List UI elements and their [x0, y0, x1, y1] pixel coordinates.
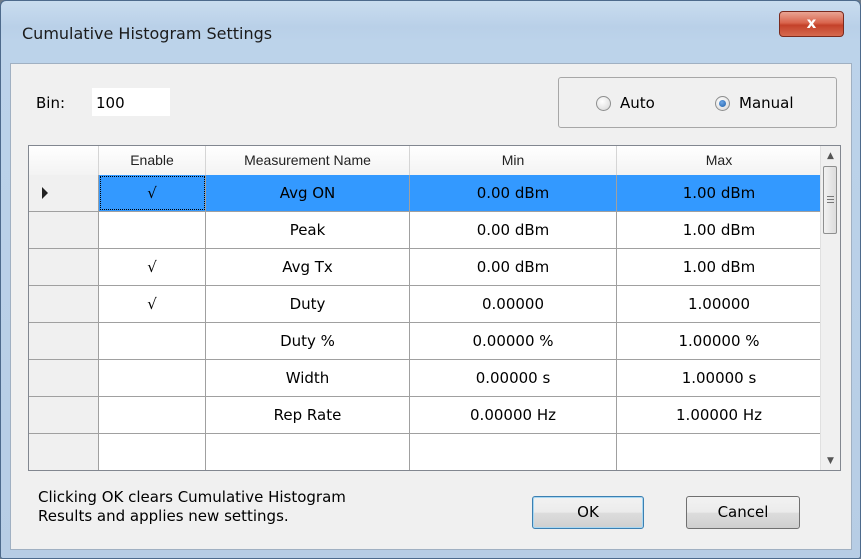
window-title: Cumulative Histogram Settings [22, 24, 273, 43]
max-cell[interactable]: 1.00000 Hz [617, 397, 822, 433]
cancel-button[interactable]: Cancel [686, 496, 800, 529]
row-header[interactable] [29, 323, 99, 359]
max-cell[interactable] [617, 434, 822, 470]
manual-radio[interactable]: Manual [715, 94, 794, 112]
scroll-up-icon[interactable]: ▲ [821, 147, 840, 164]
row-header[interactable] [29, 434, 99, 470]
measurement-name-cell[interactable]: Duty [206, 286, 410, 322]
dialog-window: Cumulative Histogram Settings x Bin: 100… [0, 0, 861, 559]
min-cell[interactable]: 0.00000 Hz [410, 397, 617, 433]
grid-header: Enable Measurement Name Min Max [29, 146, 822, 176]
row-header[interactable] [29, 286, 99, 322]
mode-radio-group: Auto Manual [558, 77, 837, 128]
vertical-scrollbar[interactable]: ▲ ▼ [820, 146, 840, 470]
row-header[interactable] [29, 175, 99, 211]
column-header-enable[interactable]: Enable [99, 146, 206, 175]
measurement-name-cell[interactable]: Avg Tx [206, 249, 410, 285]
measurement-name-cell[interactable]: Width [206, 360, 410, 396]
enable-cell[interactable] [99, 397, 206, 433]
min-cell[interactable]: 0.00000 s [410, 360, 617, 396]
enable-cell[interactable] [99, 212, 206, 248]
manual-radio-circle[interactable] [715, 95, 730, 111]
measurement-grid: Enable Measurement Name Min Max √ Avg ON… [28, 145, 841, 471]
ok-button[interactable]: OK [532, 496, 644, 529]
column-header-measurement-name[interactable]: Measurement Name [206, 146, 410, 175]
enable-cell[interactable]: √ [99, 286, 206, 322]
row-header[interactable] [29, 397, 99, 433]
row-header[interactable] [29, 212, 99, 248]
max-cell[interactable]: 1.00000 [617, 286, 822, 322]
bin-input[interactable]: 100 [91, 87, 171, 117]
max-cell[interactable]: 1.00 dBm [617, 212, 822, 248]
enable-cell[interactable] [99, 434, 206, 470]
manual-radio-label: Manual [739, 94, 794, 112]
measurement-name-cell[interactable]: Rep Rate [206, 397, 410, 433]
title-bar[interactable]: Cumulative Histogram Settings x [1, 1, 860, 59]
dialog-body: Bin: 100 Auto Manual Enable Measurement … [10, 63, 852, 550]
table-row[interactable]: Duty % 0.00000 % 1.00000 % [29, 323, 822, 360]
min-cell[interactable]: 0.00 dBm [410, 212, 617, 248]
measurement-name-cell[interactable]: Peak [206, 212, 410, 248]
grid-rows: √ Avg ON 0.00 dBm 1.00 dBm Peak 0.00 dBm… [29, 175, 822, 470]
grip-icon [827, 196, 834, 197]
current-row-arrow-icon [42, 187, 48, 199]
column-header-max[interactable]: Max [617, 146, 822, 175]
table-row[interactable]: √ Avg ON 0.00 dBm 1.00 dBm [29, 175, 822, 212]
enable-cell[interactable]: √ [99, 175, 206, 211]
min-cell[interactable] [410, 434, 617, 470]
row-header-column [29, 146, 99, 175]
column-header-min[interactable]: Min [410, 146, 617, 175]
enable-cell[interactable] [99, 360, 206, 396]
table-row[interactable]: Rep Rate 0.00000 Hz 1.00000 Hz [29, 397, 822, 434]
min-cell[interactable]: 0.00 dBm [410, 175, 617, 211]
table-row[interactable]: Peak 0.00 dBm 1.00 dBm [29, 212, 822, 249]
table-row[interactable]: √ Duty 0.00000 1.00000 [29, 286, 822, 323]
scroll-down-icon[interactable]: ▼ [821, 452, 840, 469]
close-icon: x [806, 14, 817, 32]
measurement-name-cell[interactable] [206, 434, 410, 470]
auto-radio-label: Auto [620, 94, 655, 112]
max-cell[interactable]: 1.00000 s [617, 360, 822, 396]
max-cell[interactable]: 1.00 dBm [617, 175, 822, 211]
measurement-name-cell[interactable]: Duty % [206, 323, 410, 359]
grip-icon [827, 199, 834, 200]
auto-radio[interactable]: Auto [596, 94, 655, 112]
table-row[interactable]: √ Avg Tx 0.00 dBm 1.00 dBm [29, 249, 822, 286]
min-cell[interactable]: 0.00 dBm [410, 249, 617, 285]
bin-label: Bin: [36, 94, 66, 112]
min-cell[interactable]: 0.00000 [410, 286, 617, 322]
info-text: Clicking OK clears Cumulative Histogram … [38, 488, 346, 526]
measurement-name-cell[interactable]: Avg ON [206, 175, 410, 211]
row-header[interactable] [29, 360, 99, 396]
enable-cell[interactable] [99, 323, 206, 359]
close-button[interactable]: x [779, 11, 844, 37]
grip-icon [827, 202, 834, 203]
scrollbar-thumb[interactable] [823, 166, 837, 234]
max-cell[interactable]: 1.00 dBm [617, 249, 822, 285]
row-header[interactable] [29, 249, 99, 285]
min-cell[interactable]: 0.00000 % [410, 323, 617, 359]
max-cell[interactable]: 1.00000 % [617, 323, 822, 359]
table-row-partial[interactable] [29, 434, 822, 470]
info-line-2: Results and applies new settings. [38, 507, 289, 525]
info-line-1: Clicking OK clears Cumulative Histogram [38, 488, 346, 506]
auto-radio-circle[interactable] [596, 95, 611, 111]
enable-cell[interactable]: √ [99, 249, 206, 285]
table-row[interactable]: Width 0.00000 s 1.00000 s [29, 360, 822, 397]
